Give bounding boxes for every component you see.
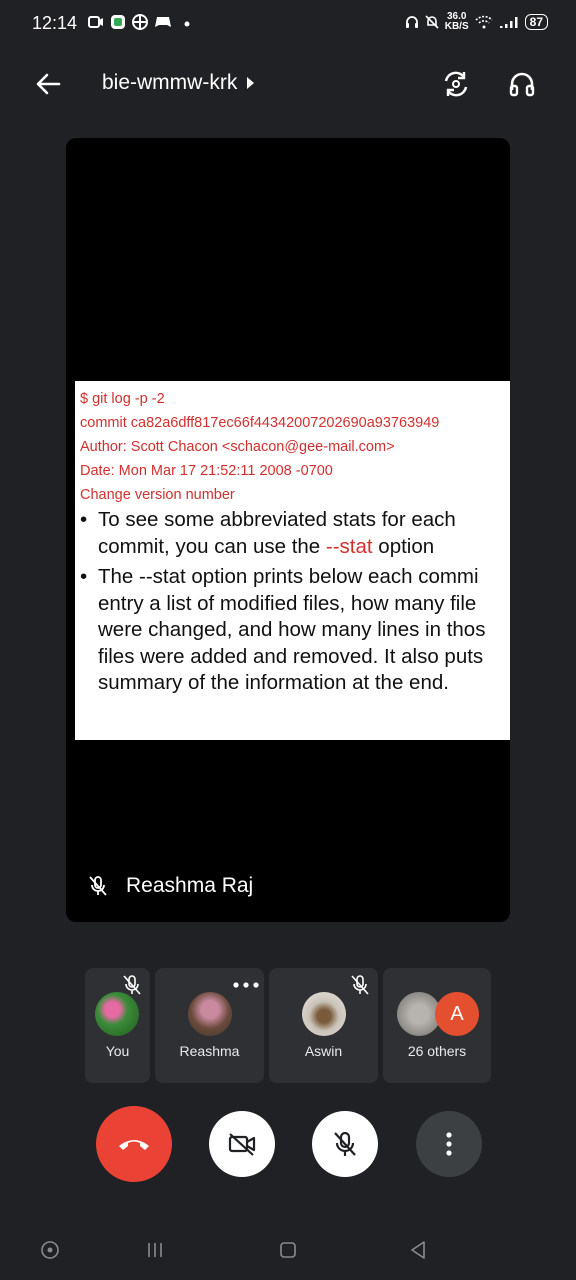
participant-tile-you[interactable]: You — [85, 968, 150, 1083]
code-line: commit ca82a6dff817ec66f44342007202690a9… — [80, 415, 440, 431]
participant-name: 26 others — [407, 1043, 467, 1059]
status-bar: 12:14 36.0 KB/S 87 — [0, 0, 576, 48]
camera-off-icon — [228, 1133, 256, 1156]
hang-up-icon — [119, 1140, 149, 1150]
back-button[interactable] — [30, 66, 66, 102]
mic-off-icon — [89, 876, 107, 896]
bullet-dot: • — [80, 508, 88, 531]
assistant-circle-icon — [41, 1241, 59, 1259]
gamepad-icon — [155, 17, 171, 27]
top-app-bar: bie-wmmw-krk — [0, 56, 576, 112]
avatar — [188, 992, 232, 1036]
system-back-button[interactable] — [406, 1238, 430, 1262]
stat-highlight: --stat — [325, 534, 373, 558]
call-controls — [0, 1106, 576, 1182]
meeting-code: bie-wmmw-krk — [102, 71, 238, 94]
status-right-area: 36.0 KB/S 87 — [405, 12, 548, 32]
participant-name: You — [105, 1043, 130, 1059]
network-speed-unit: KB/S — [444, 21, 469, 32]
meet-app-icon — [111, 15, 125, 29]
mic-toggle-button[interactable] — [312, 1111, 378, 1177]
mic-off-icon — [334, 1131, 356, 1156]
status-time: 12:14 — [32, 13, 78, 33]
shared-slide: $ git log -p -2 commit ca82a6dff817ec66f… — [75, 381, 510, 740]
bullet-text-post: option — [372, 534, 435, 558]
dot-icon — [184, 21, 190, 27]
avatar — [302, 992, 346, 1036]
recents-lines-icon — [148, 1243, 162, 1257]
bullet-dot: • — [80, 565, 88, 588]
bullet-text: entry a list of modified files, how many… — [98, 591, 477, 615]
switch-camera-button[interactable] — [438, 66, 474, 102]
avatar-initial: A — [435, 992, 479, 1036]
bullet-text: were changed, and how many lines in thos — [98, 618, 486, 641]
home-button[interactable] — [276, 1238, 300, 1262]
bullet-text-pre: commit, you can use the — [98, 534, 326, 558]
code-line: Author: Scott Chacon <schacon@gee-mail.c… — [80, 439, 395, 455]
code-line: Change version number — [80, 487, 235, 503]
more-options-button[interactable] — [416, 1111, 482, 1177]
back-triangle-icon — [411, 1241, 425, 1259]
bullet-text: files were added and removed. It also pu… — [98, 644, 484, 668]
bullet-text: summary of the information at the end. — [98, 671, 449, 694]
compass-app-icon — [132, 14, 148, 30]
bullet-text: The --stat option prints below each comm… — [98, 565, 479, 588]
code-line: Date: Mon Mar 17 21:52:11 2008 -0700 — [80, 463, 333, 479]
bullet-text-line2: commit, you can use the --stat option — [98, 534, 434, 561]
participant-name: Aswin — [304, 1043, 343, 1059]
recents-button[interactable] — [143, 1238, 167, 1262]
participant-name: Reashma — [179, 1043, 240, 1059]
battery-indicator: 87 — [524, 14, 548, 30]
back-arrow-icon — [36, 73, 61, 95]
meeting-title-button[interactable]: bie-wmmw-krk — [102, 71, 255, 95]
participant-strip: You Reashma Aswin A 26 others — [0, 968, 576, 1083]
code-line: $ git log -p -2 — [80, 391, 165, 407]
audio-output-button[interactable] — [504, 66, 540, 102]
signal-icon — [499, 17, 518, 28]
system-nav-bar — [0, 1220, 576, 1280]
presenter-name: Reashma Raj — [126, 874, 254, 897]
participant-tile-aswin[interactable]: Aswin — [269, 968, 378, 1083]
home-square-icon — [280, 1242, 296, 1258]
camera-toggle-button[interactable] — [209, 1111, 275, 1177]
bullet-text: To see some abbreviated stats for each — [98, 508, 456, 531]
status-notification-icons — [88, 14, 192, 30]
wifi-icon — [475, 15, 493, 29]
participant-tile-others[interactable]: A 26 others — [383, 968, 491, 1083]
presenter-label: Reashma Raj — [88, 874, 253, 898]
more-vert-icon — [446, 1132, 452, 1156]
presentation-tile[interactable]: $ git log -p -2 commit ca82a6dff817ec66f… — [66, 138, 510, 922]
avatar — [95, 992, 139, 1036]
mute-bell-icon — [425, 15, 439, 29]
switch-camera-icon — [444, 71, 468, 97]
end-call-button[interactable] — [96, 1106, 172, 1182]
play-triangle-icon — [247, 77, 255, 89]
mic-off-icon — [351, 975, 369, 995]
headset-status-icon — [405, 16, 418, 28]
network-speed: 36.0 KB/S — [445, 12, 469, 32]
video-call-notification-icon — [88, 16, 103, 28]
more-dots-icon[interactable] — [233, 982, 259, 988]
participant-tile-reashma[interactable]: Reashma — [155, 968, 264, 1083]
assistant-button[interactable] — [38, 1238, 62, 1262]
headphones-icon — [509, 72, 535, 97]
